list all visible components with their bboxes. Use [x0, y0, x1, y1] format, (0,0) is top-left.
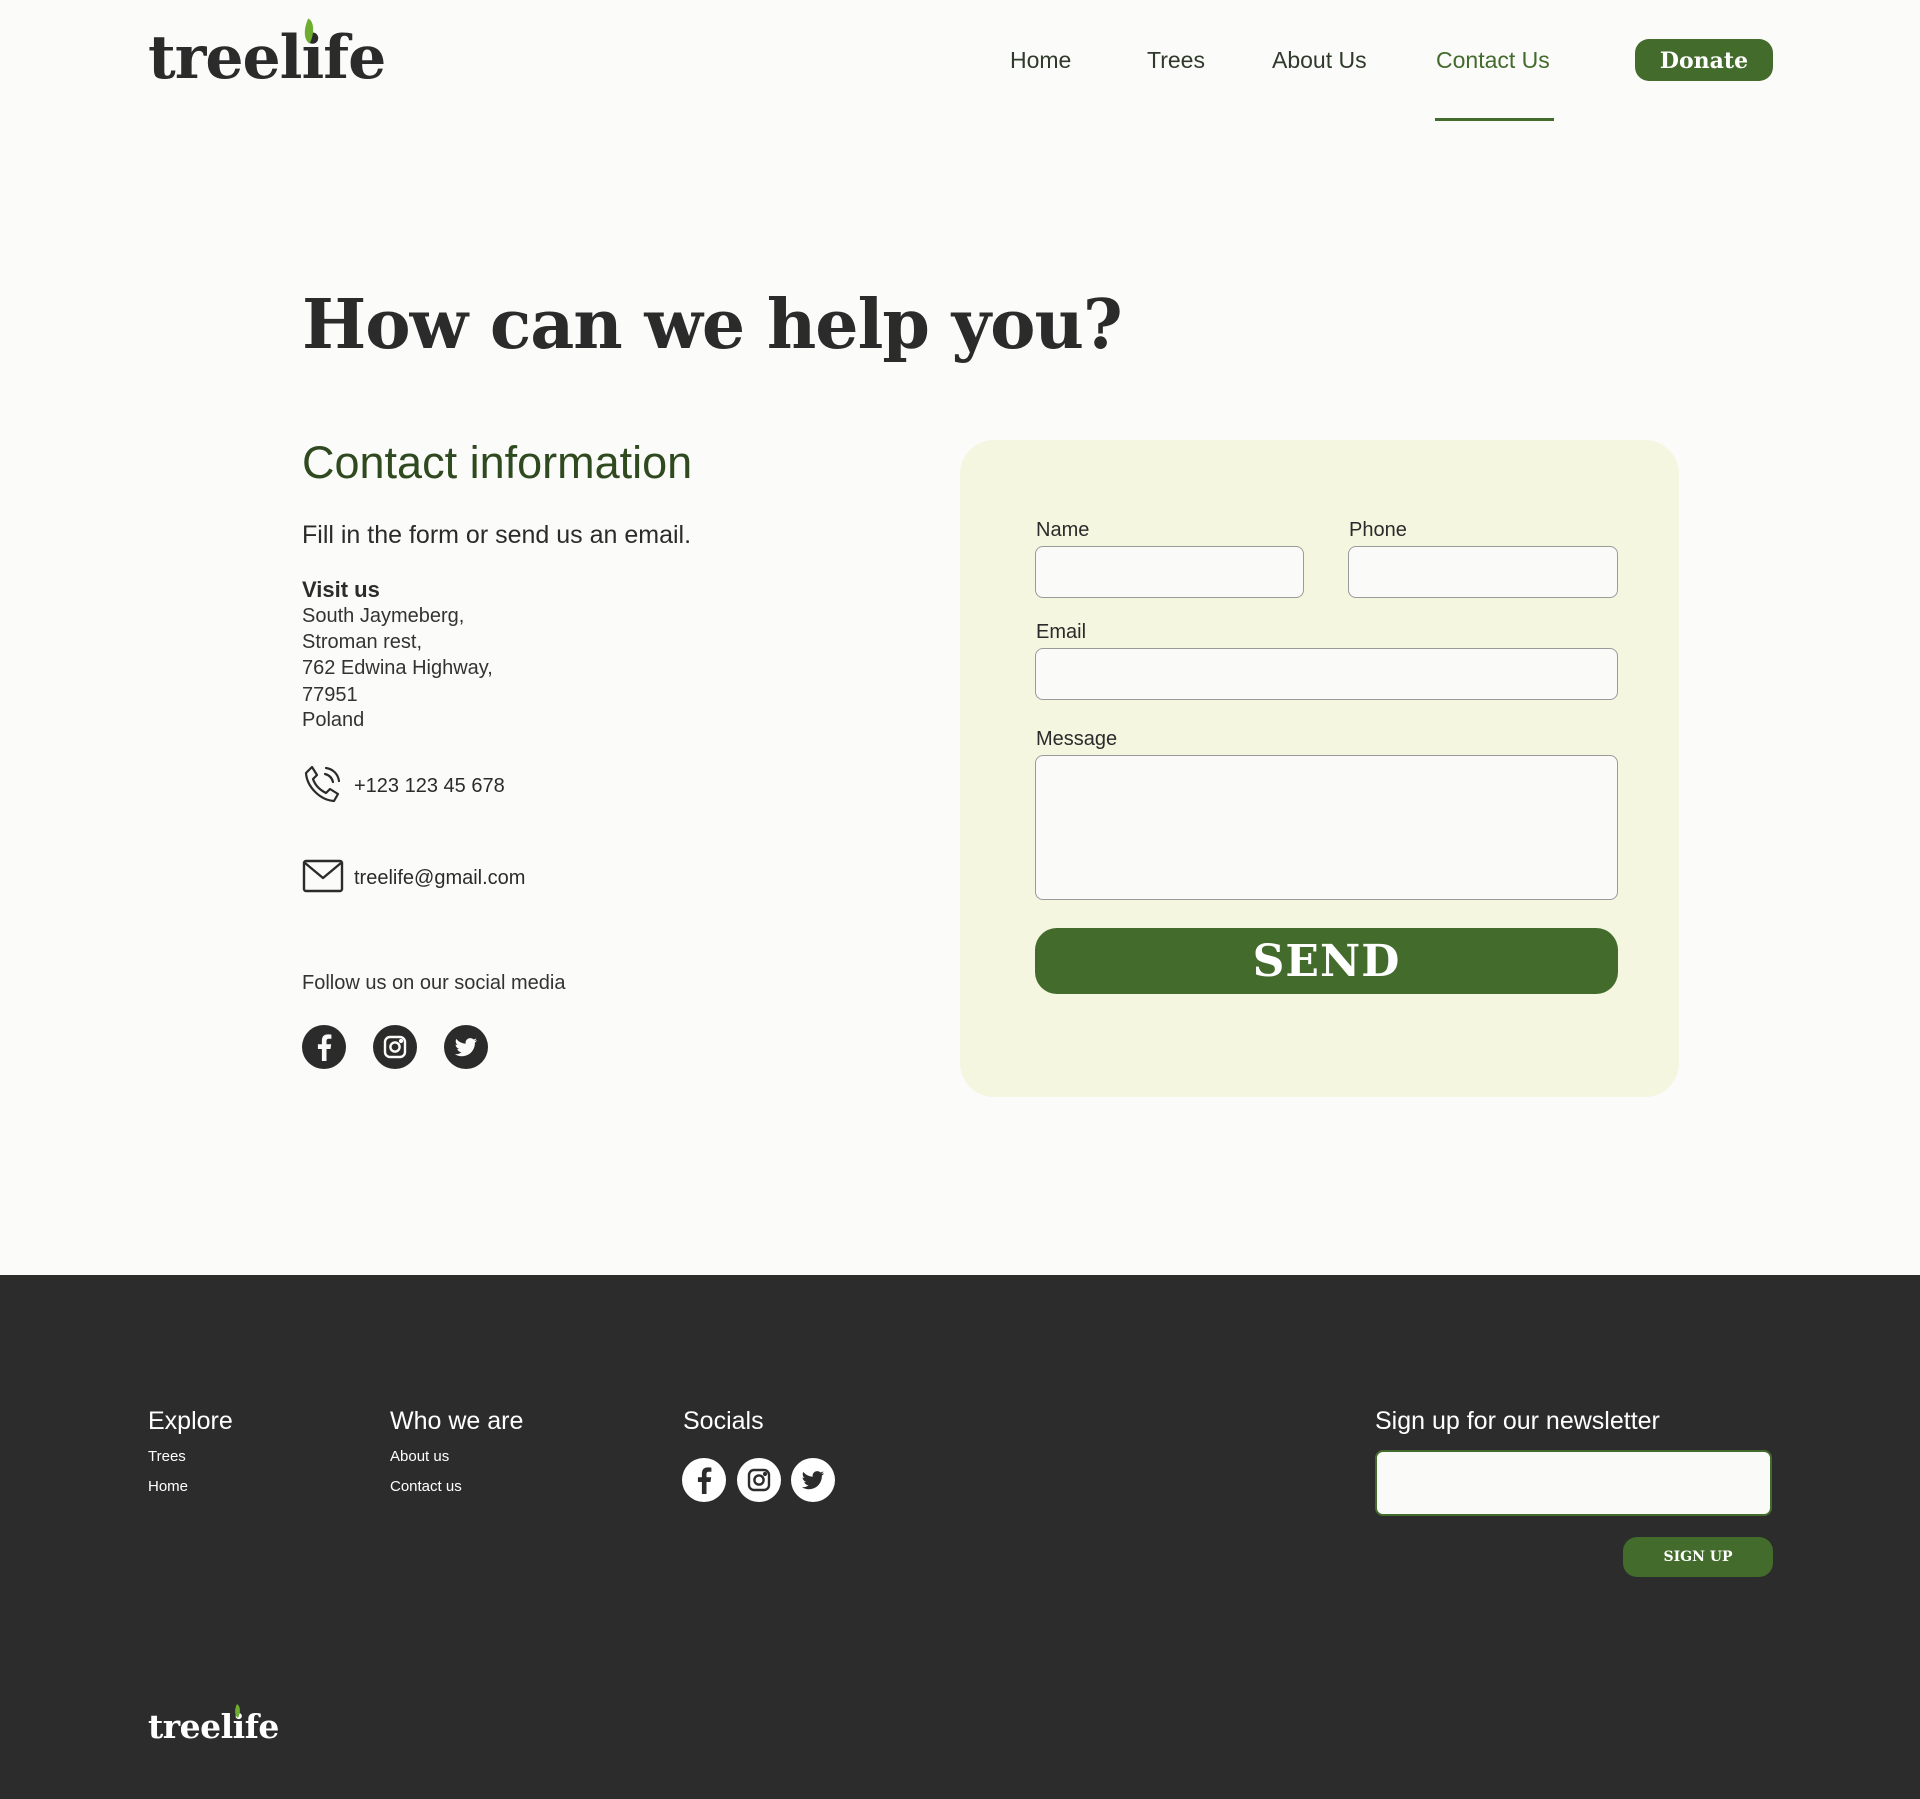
nav-contact-us[interactable]: Contact Us	[1436, 46, 1550, 74]
address-line: Stroman rest,	[302, 631, 423, 653]
contact-info-heading: Contact information	[302, 437, 693, 488]
phone-icon	[302, 763, 344, 805]
facebook-icon[interactable]	[682, 1458, 726, 1502]
newsletter-email-input[interactable]	[1375, 1450, 1772, 1516]
footer-socials-heading: Socials	[683, 1407, 764, 1435]
follow-social-text: Follow us on our social media	[302, 972, 566, 994]
site-footer: Explore Trees Home Who we are About us C…	[0, 1275, 1920, 1799]
email-address[interactable]: treelife@gmail.com	[354, 867, 525, 890]
site-header: treel ife Home Trees About Us Contact Us …	[0, 0, 1920, 125]
footer-logo[interactable]: treel ife	[148, 1704, 279, 1743]
footer-link-contact-us[interactable]: Contact us	[390, 1478, 462, 1495]
email-label: Email	[1036, 621, 1087, 643]
name-input[interactable]	[1035, 546, 1304, 598]
nav-trees[interactable]: Trees	[1147, 46, 1205, 74]
contact-form-card: Name Phone Email Message SEND	[960, 440, 1679, 1097]
logo-leaf-letter: i	[299, 18, 324, 88]
contact-info-subtitle: Fill in the form or send us an email.	[302, 521, 692, 549]
footer-explore-heading: Explore	[148, 1407, 233, 1435]
send-button[interactable]: SEND	[1035, 928, 1618, 994]
address-line: Poland	[302, 709, 365, 731]
message-label: Message	[1036, 728, 1118, 750]
twitter-icon[interactable]	[444, 1025, 488, 1069]
donate-button[interactable]: Donate	[1635, 39, 1773, 81]
address-line: 77951	[302, 684, 358, 706]
phone-number[interactable]: +123 123 45 678	[354, 775, 505, 798]
footer-who-heading: Who we are	[390, 1407, 524, 1435]
twitter-icon[interactable]	[791, 1458, 835, 1502]
page-title: How can we help you?	[302, 285, 1123, 365]
nav-about-us[interactable]: About Us	[1272, 46, 1367, 74]
footer-link-home[interactable]: Home	[148, 1478, 188, 1495]
name-label: Name	[1036, 519, 1090, 541]
email-input[interactable]	[1035, 648, 1618, 700]
active-nav-underline	[1435, 118, 1554, 121]
nav-home[interactable]: Home	[1010, 46, 1071, 74]
address-line: 762 Edwina Highway,	[302, 657, 493, 679]
message-textarea[interactable]	[1035, 755, 1618, 900]
instagram-icon[interactable]	[373, 1025, 417, 1069]
phone-label: Phone	[1349, 519, 1407, 541]
mail-icon	[302, 856, 344, 898]
footer-link-trees[interactable]: Trees	[148, 1448, 186, 1465]
instagram-icon[interactable]	[737, 1458, 781, 1502]
site-logo[interactable]: treel ife	[148, 18, 386, 88]
phone-input[interactable]	[1348, 546, 1618, 598]
visit-us-title: Visit us	[302, 577, 380, 602]
address-line: South Jaymeberg,	[302, 605, 465, 627]
logo-text-end: fe	[323, 23, 386, 93]
newsletter-heading: Sign up for our newsletter	[1375, 1407, 1660, 1435]
footer-link-about-us[interactable]: About us	[390, 1448, 449, 1465]
signup-button[interactable]: SIGN UP	[1623, 1537, 1773, 1577]
facebook-icon[interactable]	[302, 1025, 346, 1069]
logo-text-start: treel	[148, 23, 302, 93]
